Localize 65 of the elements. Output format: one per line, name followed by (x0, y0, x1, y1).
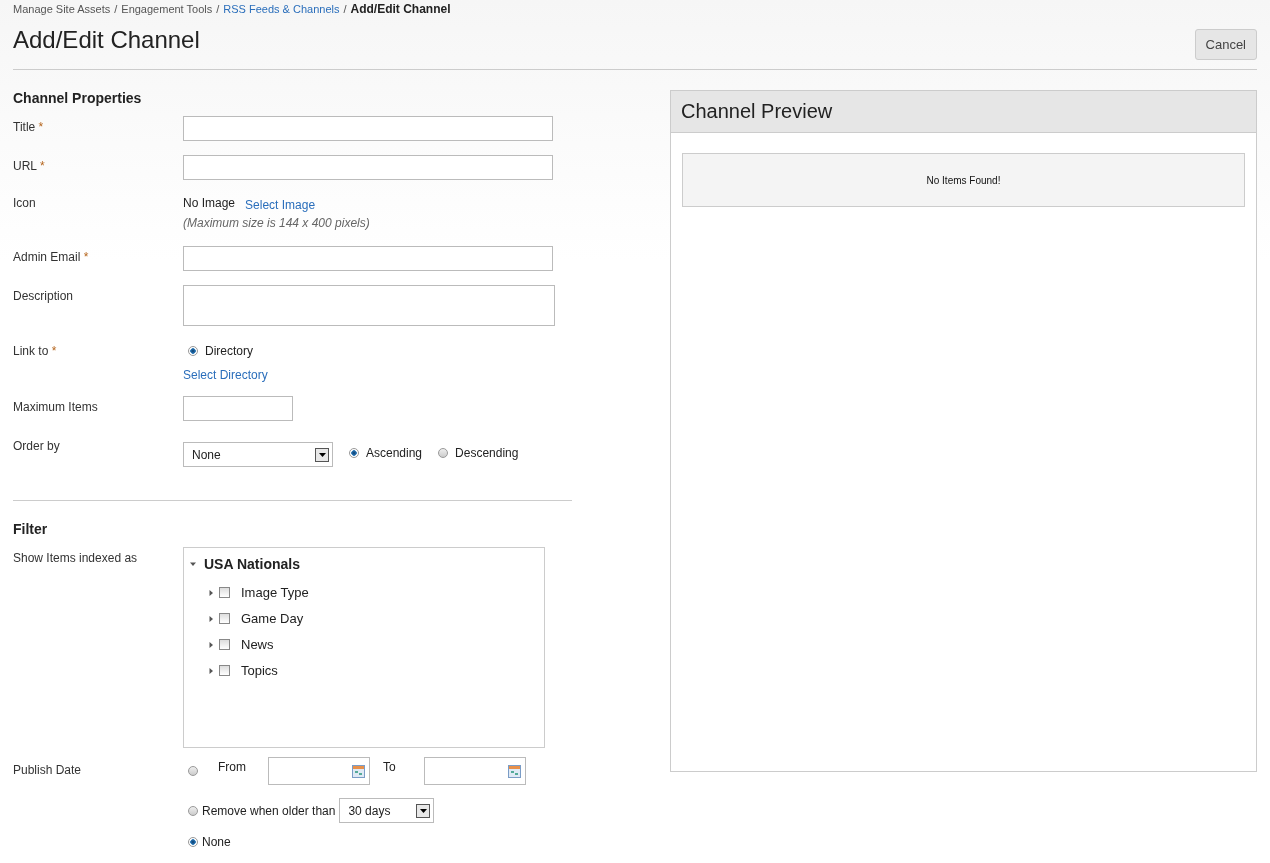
text-area[interactable] (183, 285, 555, 326)
date-field[interactable] (423, 757, 526, 785)
field-label: Icon (13, 195, 37, 212)
dropdown[interactable]: 30 days (339, 798, 435, 823)
breadcrumb-link[interactable]: Engagement Tools (121, 3, 213, 15)
checkbox[interactable] (219, 639, 230, 650)
checkbox[interactable] (219, 665, 230, 676)
text-field[interactable] (183, 396, 293, 421)
checkbox[interactable] (219, 613, 230, 624)
calendar-icon[interactable] (507, 764, 521, 778)
radio-label: Remove when older than (202, 803, 336, 818)
tree-item-label[interactable]: Game Day (241, 611, 304, 626)
breadcrumb-separator: / (343, 3, 347, 15)
tree-item-label[interactable]: Topics (241, 663, 278, 678)
cancel-button[interactable]: Cancel (1194, 29, 1257, 60)
breadcrumb-link[interactable]: Manage Site Assets (13, 3, 111, 15)
field-label: Description (13, 288, 75, 305)
field-label: Show Items indexed as (13, 550, 139, 567)
empty-message: No Items Found! (682, 153, 1245, 207)
select-image-link[interactable]: Select Image (245, 198, 316, 212)
image-value: No Image (183, 196, 236, 210)
text-field[interactable] (183, 246, 553, 271)
section-heading: Filter (13, 521, 49, 537)
tree-item-label[interactable]: Image Type (241, 585, 309, 600)
size-note: (Maximum size is 144 x 400 pixels) (183, 216, 370, 230)
tree-item-label[interactable]: News (241, 637, 274, 652)
field-label: Maximum Items (13, 399, 99, 416)
radio-button[interactable] (349, 447, 359, 458)
section-heading: Channel Properties (13, 90, 143, 106)
field-label: Order by (13, 438, 61, 455)
expand-arrow-icon[interactable] (208, 589, 214, 596)
radio-button[interactable] (188, 837, 198, 847)
to-label: To (383, 759, 396, 774)
breadcrumb-separator: / (216, 3, 220, 15)
preview-title: Channel Preview (671, 91, 1256, 133)
calendar-icon[interactable] (352, 764, 365, 778)
radio-label: From (218, 759, 246, 774)
breadcrumb-separator: / (114, 3, 118, 15)
dropdown[interactable]: None (183, 442, 333, 467)
checkbox[interactable] (219, 587, 230, 598)
select-directory-link[interactable]: Select Directory (183, 368, 268, 382)
field-label: Link to * (13, 343, 58, 360)
field-label: URL * (13, 158, 46, 175)
radio-button[interactable] (188, 346, 198, 356)
expand-arrow-icon[interactable] (208, 641, 214, 648)
expand-arrow-icon[interactable] (208, 615, 214, 622)
breadcrumb-link[interactable]: RSS Feeds & Channels (223, 3, 340, 15)
text-field[interactable] (183, 155, 553, 180)
radio-label: Directory (205, 344, 253, 358)
radio-button[interactable] (188, 766, 198, 776)
radio-button[interactable] (438, 447, 449, 458)
field-label: Publish Date (13, 762, 83, 779)
page-title: Add/Edit Channel (13, 26, 200, 54)
field-label: Admin Email * (13, 249, 90, 266)
radio-label: Descending (455, 445, 519, 460)
radio-button[interactable] (188, 805, 198, 816)
date-field[interactable] (268, 757, 370, 785)
tree-root-label[interactable]: USA Nationals (204, 556, 300, 572)
radio-label: Ascending (366, 445, 423, 460)
expand-arrow-icon[interactable] (208, 667, 214, 674)
text-field[interactable] (183, 116, 553, 141)
breadcrumb-current: Add/Edit Channel (350, 2, 451, 16)
radio-label: None (202, 835, 231, 849)
collapse-arrow-icon[interactable] (190, 561, 196, 567)
field-label: Title * (13, 119, 45, 136)
